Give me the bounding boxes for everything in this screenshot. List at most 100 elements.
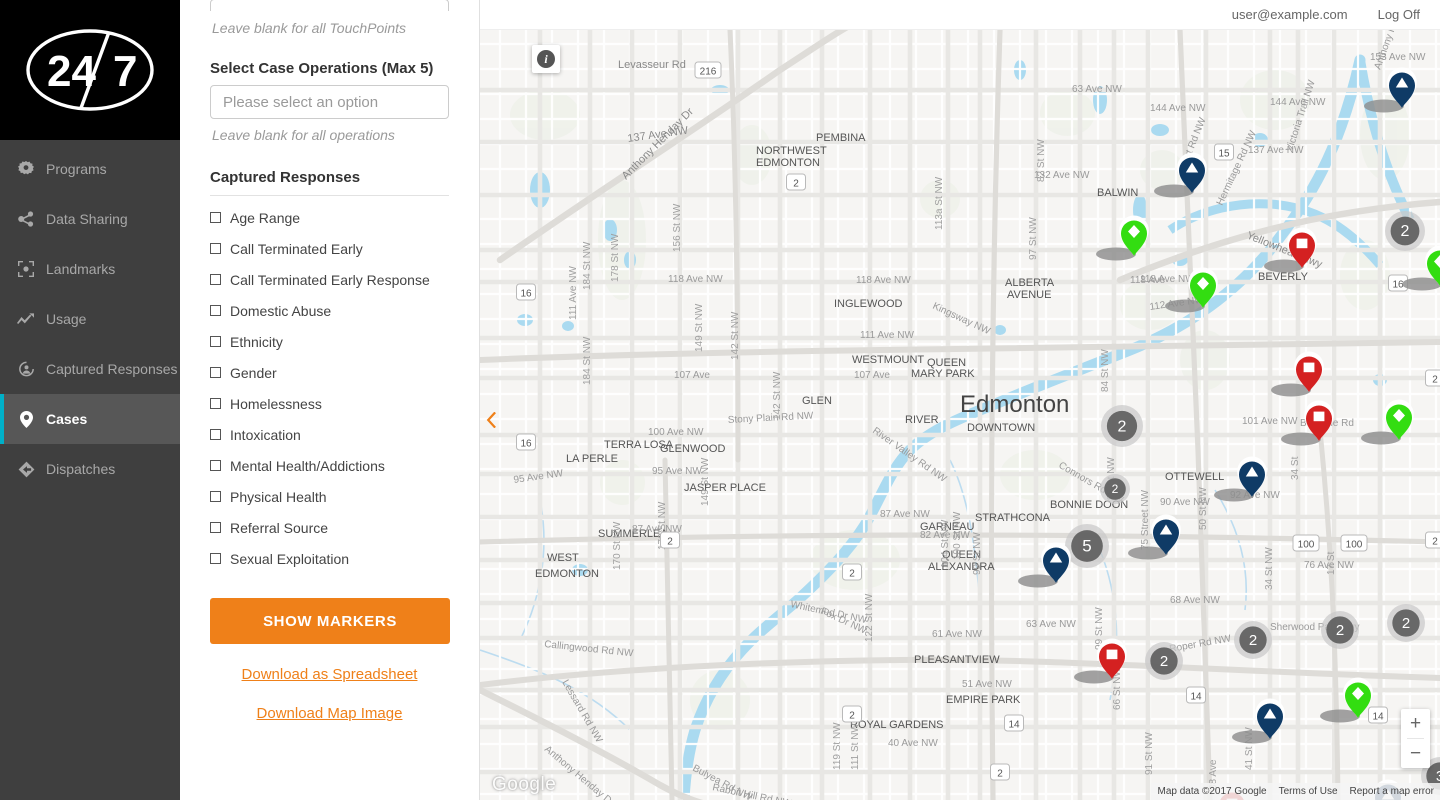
captured-response-label: Physical Health (230, 488, 327, 505)
app-root: 24 7 Programs Data Sharing Landmarks Usa… (0, 0, 1440, 800)
map-canvas[interactable]: Levasseur Rd Anthony Henday Dr 137 Ave NW P… (480, 30, 1440, 800)
zoom-out-button[interactable]: − (1401, 739, 1430, 768)
sidebar-item-landmarks[interactable]: Landmarks (0, 244, 180, 294)
map-pin-marker[interactable] (1165, 267, 1218, 313)
map-pin-marker[interactable] (1271, 351, 1324, 397)
checkbox-icon[interactable] (210, 491, 221, 502)
map-info-button[interactable]: i (532, 45, 560, 73)
map-pin-marker[interactable] (1281, 400, 1334, 446)
captured-response-row[interactable]: Call Terminated Early Response (210, 264, 449, 295)
map-pin-marker[interactable] (1232, 698, 1285, 744)
map-markers-layer[interactable]: 223232222252333322222332 (480, 30, 1440, 800)
checkbox-icon[interactable] (210, 305, 221, 316)
map-container[interactable]: Levasseur Rd Anthony Henday Dr 137 Ave NW P… (480, 30, 1440, 800)
checkbox-icon[interactable] (210, 367, 221, 378)
cluster-count: 2 (1401, 223, 1410, 240)
map-cluster-marker[interactable]: 2 (1234, 621, 1272, 659)
map-pin-marker[interactable] (1154, 152, 1207, 198)
pin-square-glyph (1296, 238, 1308, 249)
google-logo-text: Google (492, 774, 557, 795)
checkbox-icon[interactable] (210, 243, 221, 254)
captured-response-row[interactable]: Sexual Exploitation (210, 543, 449, 574)
sidebar-item-label: Dispatches (46, 461, 116, 477)
touchpoint-select[interactable] (210, 0, 449, 11)
sidebar-item-captured-responses[interactable]: Captured Responses (0, 344, 180, 394)
checkbox-icon[interactable] (210, 398, 221, 409)
captured-response-row[interactable]: Mental Health/Addictions (210, 450, 449, 481)
captured-response-label: Intoxication (230, 426, 301, 443)
map-pin-marker[interactable] (1320, 677, 1373, 723)
chart-line-icon (14, 309, 38, 329)
captured-response-row[interactable]: Physical Health (210, 481, 449, 512)
brand-logo[interactable]: 24 7 (0, 0, 180, 140)
sidebar-item-label: Usage (46, 311, 87, 327)
share-icon (14, 209, 38, 229)
sidebar-item-dispatches[interactable]: Dispatches (0, 444, 180, 494)
cluster-count: 2 (1112, 482, 1119, 496)
cluster-count: 2 (1336, 622, 1344, 639)
zoom-in-button[interactable]: + (1401, 709, 1430, 738)
sidebar-item-label: Programs (46, 161, 107, 177)
map-cluster-marker[interactable]: 2 (1101, 405, 1143, 447)
pin-square-glyph (1303, 362, 1315, 373)
show-markers-button[interactable]: SHOW MARKERS (210, 598, 450, 644)
map-pin-marker[interactable] (1361, 399, 1414, 445)
map-pin-marker[interactable] (1402, 245, 1440, 291)
sidebar-item-label: Landmarks (46, 261, 116, 277)
captured-response-row[interactable]: Age Range (210, 202, 449, 233)
captured-response-row[interactable]: Intoxication (210, 419, 449, 450)
map-cluster-marker[interactable]: 2 (1385, 211, 1425, 251)
captured-response-label: Call Terminated Early Response (230, 271, 430, 288)
map-cluster-marker[interactable]: 5 (1065, 524, 1109, 568)
map-cluster-marker[interactable]: 2 (1145, 642, 1183, 680)
download-spreadsheet-link[interactable]: Download as Spreadsheet (210, 666, 449, 683)
terms-of-use-link[interactable]: Terms of Use (1279, 786, 1338, 797)
checkbox-icon[interactable] (210, 553, 221, 564)
map-pin-marker[interactable] (1074, 638, 1127, 684)
cluster-count: 2 (1249, 632, 1257, 649)
checkbox-icon[interactable] (210, 522, 221, 533)
checkbox-icon[interactable] (210, 212, 221, 223)
captured-response-label: Referral Source (230, 519, 329, 536)
map-pin-marker[interactable] (1264, 227, 1317, 273)
filter-panel: Leave blank for all TouchPoints Select C… (180, 0, 480, 800)
checkbox-icon[interactable] (210, 429, 221, 440)
captured-response-row[interactable]: Ethnicity (210, 326, 449, 357)
captured-response-row[interactable]: Referral Source (210, 512, 449, 543)
map-pin-marker[interactable] (1018, 542, 1071, 588)
captured-response-label: Call Terminated Early (230, 240, 363, 257)
map-cluster-marker[interactable]: 2 (1387, 604, 1425, 642)
map-zoom-controls[interactable]: + − (1401, 709, 1430, 768)
sidebar-item-programs[interactable]: Programs (0, 144, 180, 194)
sidebar-item-data-sharing[interactable]: Data Sharing (0, 194, 180, 244)
map-pin-marker[interactable] (1128, 514, 1181, 560)
captured-response-row[interactable]: Domestic Abuse (210, 295, 449, 326)
svg-text:24: 24 (47, 47, 96, 96)
sidebar-item-label: Data Sharing (46, 211, 128, 227)
pin-square-glyph (1106, 649, 1118, 660)
case-operations-select[interactable]: Please select an option (210, 85, 449, 119)
checkbox-icon[interactable] (210, 460, 221, 471)
captured-response-row[interactable]: Call Terminated Early (210, 233, 449, 264)
user-email: user@example.com (1231, 7, 1348, 22)
checkbox-icon[interactable] (210, 336, 221, 347)
sidebar-item-cases[interactable]: Cases (0, 394, 180, 444)
gear-icon (14, 159, 38, 179)
download-map-image-link[interactable]: Download Map Image (210, 705, 449, 722)
info-icon: i (537, 50, 555, 68)
collapse-panel-handle[interactable] (481, 405, 501, 435)
checkbox-icon[interactable] (210, 274, 221, 285)
captured-response-label: Ethnicity (230, 333, 283, 350)
captured-response-row[interactable]: Homelessness (210, 388, 449, 419)
sidebar-item-usage[interactable]: Usage (0, 294, 180, 344)
map-cluster-marker[interactable]: 2 (1321, 611, 1359, 649)
cluster-count: 5 (1082, 537, 1091, 556)
map-pin-marker[interactable] (1364, 67, 1417, 113)
map-pin-marker[interactable] (1096, 215, 1149, 261)
log-off-link[interactable]: Log Off (1378, 7, 1420, 22)
google-watermark: Google (492, 774, 556, 796)
map-pin-marker[interactable] (1214, 456, 1267, 502)
report-map-error-link[interactable]: Report a map error (1350, 786, 1434, 797)
map-cluster-marker[interactable]: 2 (1100, 474, 1130, 504)
captured-response-row[interactable]: Gender (210, 357, 449, 388)
